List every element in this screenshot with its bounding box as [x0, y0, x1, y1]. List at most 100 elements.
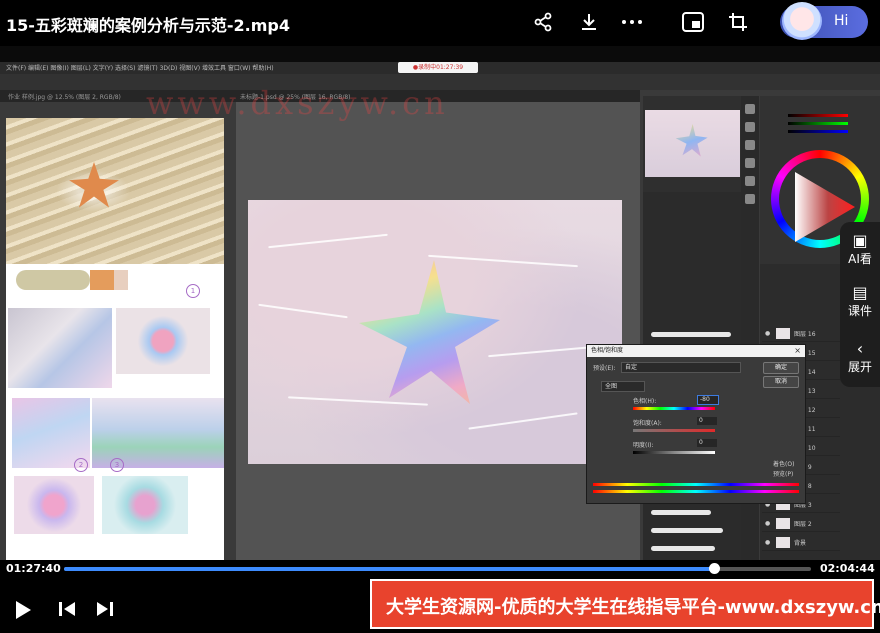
courseware-label: 课件: [847, 304, 872, 318]
ai-icon: ▣: [852, 231, 868, 250]
layer-thumbnail: [776, 328, 790, 339]
colorize-checkbox[interactable]: 着色(O): [773, 459, 794, 468]
annotation-circle: 1: [186, 284, 200, 298]
tool-icon[interactable]: [745, 122, 755, 132]
navigator-starfish: [675, 124, 708, 157]
color-slider[interactable]: [788, 130, 848, 133]
hue-slider[interactable]: [633, 407, 715, 410]
player-controls: 01:27:40 02:04:44 大学生资源网-优质的大学生在线指导平台-ww…: [0, 560, 880, 633]
caustic-line: [428, 254, 578, 268]
caustic-line: [468, 412, 578, 430]
navigator-thumbnail[interactable]: [645, 110, 740, 177]
saturation-field[interactable]: 0: [697, 417, 717, 425]
caustic-line: [258, 303, 348, 319]
progress-fill: [64, 567, 714, 571]
brush-preset[interactable]: [651, 546, 715, 551]
ai-watch-label: AI看: [848, 252, 872, 266]
video-title: 15-五彩斑斓的案例分析与示范-2.mp4: [6, 16, 291, 35]
ai-assistant-button[interactable]: Hi: [780, 2, 868, 40]
hue-saturation-dialog: 色相/饱和度 × 预设(E): 自定 确定 取消 全图 色相(H): -80 饱…: [586, 344, 806, 504]
next-button[interactable]: [96, 600, 114, 623]
layer-name: 图层 2: [794, 521, 812, 528]
holographic-starfish: [359, 260, 500, 404]
download-icon[interactable]: [577, 10, 601, 34]
color-swatch: [90, 270, 114, 290]
progress-handle[interactable]: [708, 563, 720, 574]
caustic-line: [288, 396, 428, 406]
preset-select[interactable]: 自定: [621, 362, 741, 373]
channel-select[interactable]: 全图: [601, 381, 645, 392]
tool-icon[interactable]: [745, 158, 755, 168]
video-top-bar: 15-五彩斑斓的案例分析与示范-2.mp4 Hi: [0, 0, 880, 46]
ok-button[interactable]: 确定: [763, 362, 799, 374]
ad-banner-text: 大学生资源网-优质的大学生在线指导平台-www.dxszyw.cn: [386, 597, 880, 618]
annotation-circle: 2: [74, 458, 88, 472]
recording-badge: ●录制中01:27:39: [398, 62, 478, 73]
tool-icon[interactable]: [745, 140, 755, 150]
assistant-avatar-icon: [782, 2, 822, 40]
color-slider[interactable]: [788, 114, 848, 117]
preview-checkbox[interactable]: 预览(P): [773, 469, 793, 478]
courseware-button[interactable]: ▤ 课件: [840, 284, 880, 319]
reference-board: 1 2 3: [6, 118, 224, 572]
chevron-left-icon: ‹: [856, 339, 864, 358]
picture-in-picture-icon[interactable]: [681, 10, 705, 34]
layer-name: 图层 16: [794, 331, 816, 338]
eye-icon[interactable]: ●: [765, 520, 770, 527]
artwork-canvas[interactable]: [248, 200, 622, 464]
ps-menu-items: 文件(F) 编辑(E) 图像(I) 图层(L) 文字(Y) 选择(S) 滤镜(T…: [6, 65, 274, 72]
layer-row[interactable]: ● 图层 16: [762, 326, 840, 342]
hi-label: Hi: [834, 13, 849, 29]
watermark-text: www.dxszyw.cn: [146, 84, 449, 122]
video-frame[interactable]: 文件(F) 编辑(E) 图像(I) 图层(L) 文字(Y) 选择(S) 滤镜(T…: [0, 62, 880, 572]
color-range-bar: [593, 483, 799, 486]
crop-icon[interactable]: [726, 10, 750, 34]
cancel-button[interactable]: 取消: [763, 376, 799, 388]
preset-label: 预设(E):: [593, 365, 616, 372]
holo-shell-photo: [116, 308, 210, 374]
color-slider[interactable]: [788, 122, 848, 125]
layer-thumbnail: [776, 518, 790, 529]
tool-icon[interactable]: [745, 194, 755, 204]
brush-preset[interactable]: [651, 528, 723, 533]
expand-label: 展开: [847, 360, 872, 374]
tool-icon[interactable]: [745, 176, 755, 186]
lightness-field[interactable]: 0: [697, 439, 717, 447]
eye-icon[interactable]: ●: [765, 539, 770, 546]
starfish-image: [69, 162, 119, 208]
play-button[interactable]: [14, 600, 32, 625]
layer-row[interactable]: ● 图层 2: [762, 516, 840, 532]
share-icon[interactable]: [531, 10, 555, 34]
color-swatch: [16, 270, 90, 290]
lightness-label: 明度(I):: [633, 442, 654, 449]
progress-bar[interactable]: [64, 563, 811, 574]
doc-tab-reference: 作业 样例.jpg @ 12.5% (图层 2, RGB/8): [8, 94, 121, 101]
total-time: 02:04:44: [820, 562, 875, 575]
starfish-study-2: [102, 476, 188, 534]
more-icon[interactable]: [620, 10, 644, 34]
ad-banner[interactable]: 大学生资源网-优质的大学生在线指导平台-www.dxszyw.cn: [370, 579, 880, 629]
ai-watch-button[interactable]: ▣ AI看: [840, 232, 880, 267]
color-range-bar: [593, 490, 799, 493]
brush-preset[interactable]: [651, 510, 711, 515]
caustic-line: [268, 233, 388, 249]
saturation-label: 饱和度(A):: [633, 420, 662, 427]
brush-preset[interactable]: [651, 332, 731, 337]
expand-button[interactable]: ‹ 展开: [840, 340, 880, 375]
lightness-slider[interactable]: [633, 451, 715, 454]
tool-icon[interactable]: [745, 104, 755, 114]
layer-name: 背景: [794, 540, 807, 547]
book-icon: ▤: [852, 283, 868, 302]
side-floating-panel: ▣ AI看 ▤ 课件 ‹ 展开: [840, 222, 880, 387]
hue-field[interactable]: -80: [697, 395, 719, 405]
pastel-landscape-photo: [92, 398, 224, 468]
layer-row[interactable]: ● 背景: [762, 535, 840, 551]
saturation-slider[interactable]: [633, 429, 715, 432]
eye-icon[interactable]: ●: [765, 330, 770, 337]
starfish-study-1: [14, 476, 94, 534]
previous-button[interactable]: [58, 600, 76, 623]
annotation-circle: 3: [110, 458, 124, 472]
dialog-title: 色相/饱和度: [587, 345, 805, 357]
layer-thumbnail: [776, 537, 790, 548]
close-icon[interactable]: ×: [794, 345, 801, 357]
